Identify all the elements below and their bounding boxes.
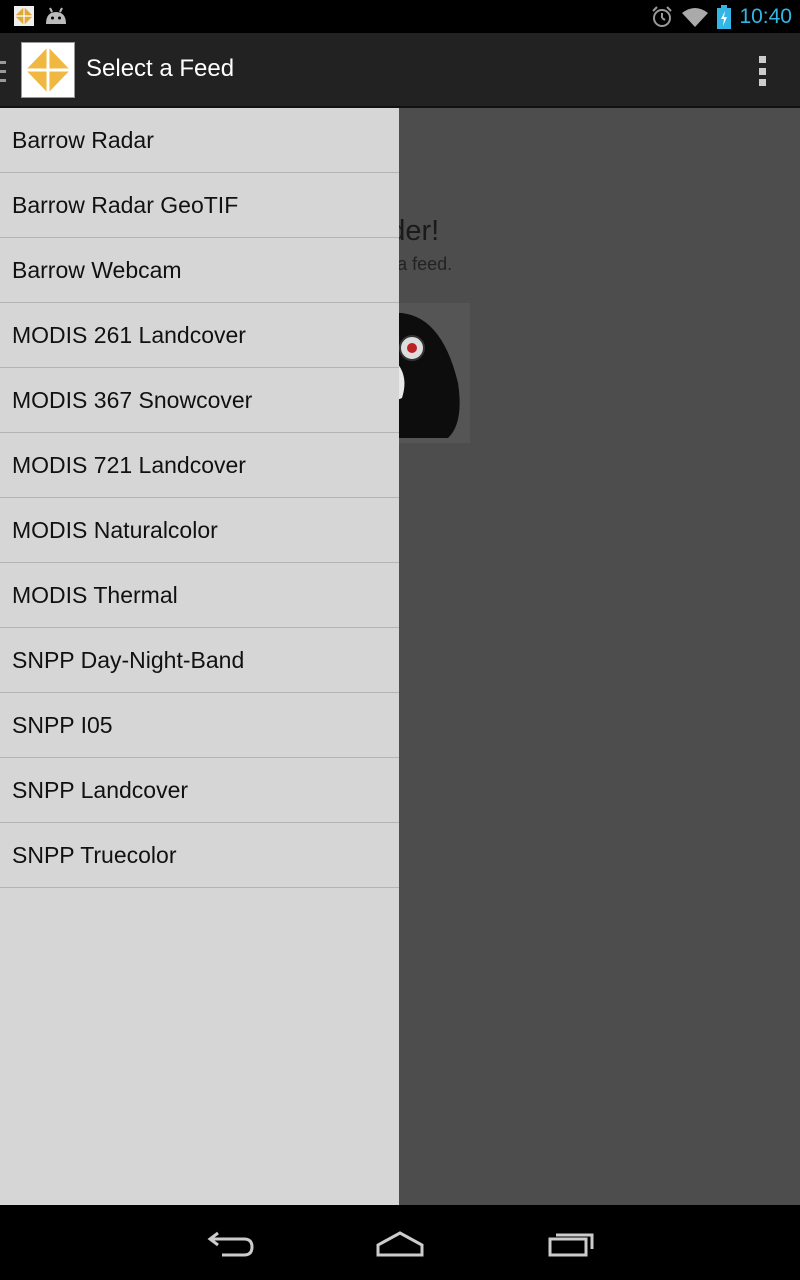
drawer-item-barrow-webcam[interactable]: Barrow Webcam: [0, 238, 399, 303]
drawer-item-snpp-landcover[interactable]: SNPP Landcover: [0, 758, 399, 823]
action-bar: Select a Feed: [0, 33, 800, 108]
drawer-item-barrow-radar[interactable]: Barrow Radar: [0, 108, 399, 173]
app-notification-icon: [14, 6, 34, 26]
wifi-icon: [682, 7, 709, 27]
drawer-indicator-icon[interactable]: [0, 61, 7, 83]
drawer-item-snpp-day-night-band[interactable]: SNPP Day-Night-Band: [0, 628, 399, 693]
drawer-item-snpp-i05[interactable]: SNPP I05: [0, 693, 399, 758]
android-notification-icon: [46, 7, 66, 24]
drawer-item-barrow-radar-geotif[interactable]: Barrow Radar GeoTIF: [0, 173, 399, 238]
system-nav-bar: [0, 1205, 800, 1280]
battery-charging-icon: [717, 4, 732, 29]
drawer-item-modis-thermal[interactable]: MODIS Thermal: [0, 563, 399, 628]
overflow-menu-icon[interactable]: [752, 53, 772, 89]
drawer-item-modis-261-landcover[interactable]: MODIS 261 Landcover: [0, 303, 399, 368]
drawer-item-modis-721-landcover[interactable]: MODIS 721 Landcover: [0, 433, 399, 498]
status-time: 10:40: [739, 4, 792, 28]
page-title: Select a Feed: [86, 55, 235, 82]
back-icon[interactable]: [200, 1225, 260, 1261]
drawer-item-snpp-truecolor[interactable]: SNPP Truecolor: [0, 823, 399, 888]
feed-drawer: Barrow Radar Barrow Radar GeoTIF Barrow …: [0, 108, 399, 1205]
drawer-item-modis-naturalcolor[interactable]: MODIS Naturalcolor: [0, 498, 399, 563]
home-icon[interactable]: [370, 1225, 430, 1261]
feeder-logo-icon[interactable]: [21, 42, 75, 98]
drawer-item-modis-367-snowcover[interactable]: MODIS 367 Snowcover: [0, 368, 399, 433]
status-bar: 10:40: [0, 0, 800, 33]
recent-apps-icon[interactable]: [542, 1225, 602, 1261]
alarm-icon: [652, 5, 673, 27]
